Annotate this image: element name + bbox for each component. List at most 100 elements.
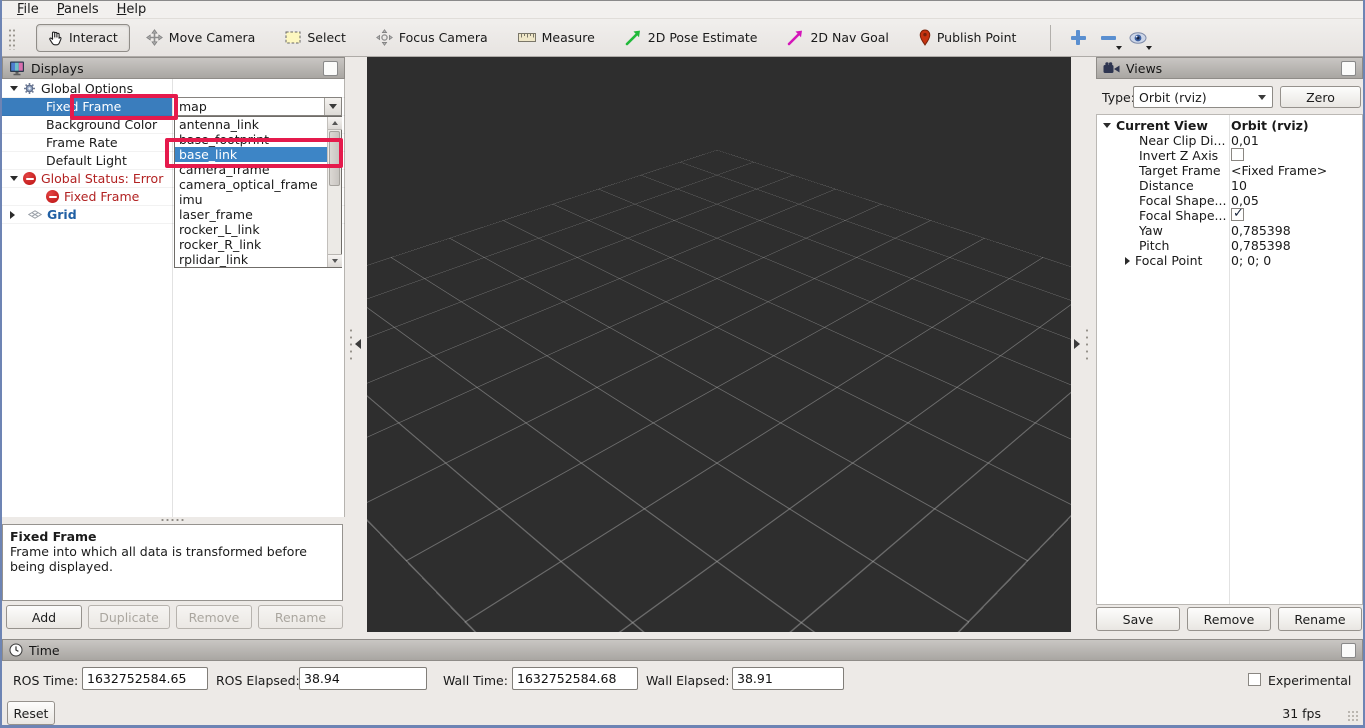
collapse-right-icon[interactable]: [1074, 339, 1080, 349]
save-view-button[interactable]: Save: [1096, 607, 1180, 631]
tool-move-camera-label: Move Camera: [169, 30, 256, 45]
views-row-target-frame[interactable]: Target Frame <Fixed Frame>: [1097, 163, 1362, 178]
toolbar-separator: [1050, 25, 1051, 51]
views-row-distance[interactable]: Distance 10: [1097, 178, 1362, 193]
views-row-focal-shape-size[interactable]: Focal Shape... 0,05: [1097, 193, 1362, 208]
tree-row-global-options[interactable]: Global Options: [2, 80, 345, 98]
wall-time-input[interactable]: [512, 667, 638, 690]
tree-label: Fixed Frame: [46, 99, 121, 114]
views-row-focal-point[interactable]: Focal Point 0; 0; 0: [1097, 253, 1362, 268]
remove-view-button[interactable]: Remove: [1187, 607, 1271, 631]
chevron-down-icon: [1116, 46, 1122, 50]
dropdown-item[interactable]: laser_frame: [175, 207, 327, 222]
expander-right-icon[interactable]: [1125, 257, 1130, 265]
wall-elapsed-input[interactable]: [732, 667, 844, 690]
displays-panel-header: Displays: [2, 57, 345, 79]
views-row-value: 10: [1227, 178, 1362, 193]
views-row-name: Focal Shape...: [1139, 193, 1226, 208]
tool-measure[interactable]: Measure: [518, 30, 595, 45]
views-float-button[interactable]: [1341, 61, 1356, 76]
menu-bar: File Panels Help: [2, 1, 1363, 19]
view-type-combobox[interactable]: Orbit (rviz): [1133, 86, 1273, 108]
tool-move-camera[interactable]: Move Camera: [146, 29, 256, 46]
remove-tool-button[interactable]: [1093, 24, 1123, 52]
zoom-in-plus-icon: [1071, 30, 1086, 45]
expander-down-icon[interactable]: [10, 86, 18, 91]
view-type-value: Orbit (rviz): [1139, 90, 1258, 105]
views-panel-title: Views: [1126, 61, 1162, 76]
menu-file[interactable]: File: [8, 2, 48, 17]
views-row-yaw[interactable]: Yaw 0,785398: [1097, 223, 1362, 238]
visibility-button[interactable]: [1123, 24, 1153, 52]
displays-float-button[interactable]: [323, 61, 338, 76]
ros-elapsed-input[interactable]: [299, 667, 427, 690]
focal-shape-checkbox[interactable]: [1231, 208, 1244, 221]
tool-select[interactable]: Select: [285, 30, 346, 45]
splitter-handle[interactable]: [160, 518, 186, 522]
invert-z-checkbox[interactable]: [1231, 148, 1244, 161]
collapse-left-icon[interactable]: [355, 339, 361, 349]
tool-focus-camera[interactable]: Focus Camera: [376, 29, 488, 46]
tool-2d-nav-goal[interactable]: 2D Nav Goal: [787, 29, 888, 46]
tree-label: Fixed Frame: [64, 189, 139, 204]
chevron-down-icon: [329, 104, 337, 109]
scroll-up-icon[interactable]: [328, 117, 342, 130]
dropdown-item[interactable]: base_footprint: [175, 132, 327, 147]
tree-label: Global Options: [41, 81, 133, 96]
dropdown-item[interactable]: camera_optical_frame: [175, 177, 327, 192]
scroll-down-icon[interactable]: [328, 254, 342, 267]
duplicate-button[interactable]: Duplicate: [88, 605, 170, 629]
menu-help[interactable]: Help: [108, 2, 156, 17]
reset-button[interactable]: Reset: [7, 701, 55, 725]
experimental-checkbox[interactable]: [1248, 673, 1261, 686]
tree-label: Default Light: [46, 153, 127, 168]
views-row-near-clip[interactable]: Near Clip Di... 0,01: [1097, 133, 1362, 148]
rename-display-button[interactable]: Rename: [258, 605, 343, 629]
tree-label: Grid: [47, 207, 77, 222]
3d-viewport[interactable]: [367, 57, 1071, 632]
expander-right-icon[interactable]: [10, 211, 15, 219]
views-row-value: Orbit (rviz): [1227, 118, 1362, 133]
ruler-icon: [518, 33, 536, 42]
green-arrow-icon: [625, 29, 642, 46]
resize-grip[interactable]: [1347, 710, 1359, 722]
property-description-box: Fixed Frame Frame into which all data is…: [2, 524, 343, 601]
ros-time-input[interactable]: [82, 667, 208, 690]
dropdown-item[interactable]: rocker_R_link: [175, 237, 327, 252]
remove-display-button[interactable]: Remove: [176, 605, 252, 629]
menu-panels[interactable]: Panels: [48, 2, 108, 17]
rename-view-button[interactable]: Rename: [1278, 607, 1362, 631]
dropdown-item[interactable]: camera_frame: [175, 162, 327, 177]
fps-counter: 31 fps: [1282, 706, 1321, 721]
zero-button[interactable]: Zero: [1280, 86, 1361, 108]
dropdown-item[interactable]: imu: [175, 192, 327, 207]
dropdown-item[interactable]: rplidar_link: [175, 252, 327, 267]
time-float-button[interactable]: [1341, 643, 1356, 658]
add-button[interactable]: Add: [6, 605, 82, 629]
time-panel-title: Time: [29, 643, 60, 658]
expander-down-icon[interactable]: [1103, 123, 1111, 128]
tree-label: Global Status: Error: [41, 171, 163, 186]
views-row-invert-z[interactable]: Invert Z Axis: [1097, 148, 1362, 163]
tool-focus-camera-label: Focus Camera: [399, 30, 488, 45]
dropdown-item[interactable]: antenna_link: [175, 117, 327, 132]
tool-interact[interactable]: Interact: [36, 24, 130, 52]
dropdown-scrollbar[interactable]: [327, 117, 341, 267]
scrollbar-thumb[interactable]: [329, 131, 340, 186]
tool-publish-point[interactable]: Publish Point: [919, 29, 1017, 46]
toolbar-drag-handle[interactable]: [8, 28, 16, 50]
views-row-pitch[interactable]: Pitch 0,785398: [1097, 238, 1362, 253]
right-splitter-dots[interactable]: [1085, 327, 1089, 361]
tool-2d-pose-estimate[interactable]: 2D Pose Estimate: [625, 29, 758, 46]
add-tool-button[interactable]: [1063, 24, 1093, 52]
combobox-arrow-button[interactable]: [324, 98, 341, 115]
expander-down-icon[interactable]: [10, 176, 18, 181]
fixed-frame-combobox[interactable]: map: [174, 97, 342, 116]
views-row-focal-shape-fixed[interactable]: Focal Shape...: [1097, 208, 1362, 223]
left-splitter-dots[interactable]: [349, 327, 353, 361]
description-title: Fixed Frame: [10, 529, 335, 544]
views-row-current-view[interactable]: Current View Orbit (rviz): [1097, 118, 1362, 133]
combobox-value: map: [175, 99, 324, 114]
dropdown-item[interactable]: rocker_L_link: [175, 222, 327, 237]
dropdown-item-selected[interactable]: base_link: [175, 147, 327, 162]
